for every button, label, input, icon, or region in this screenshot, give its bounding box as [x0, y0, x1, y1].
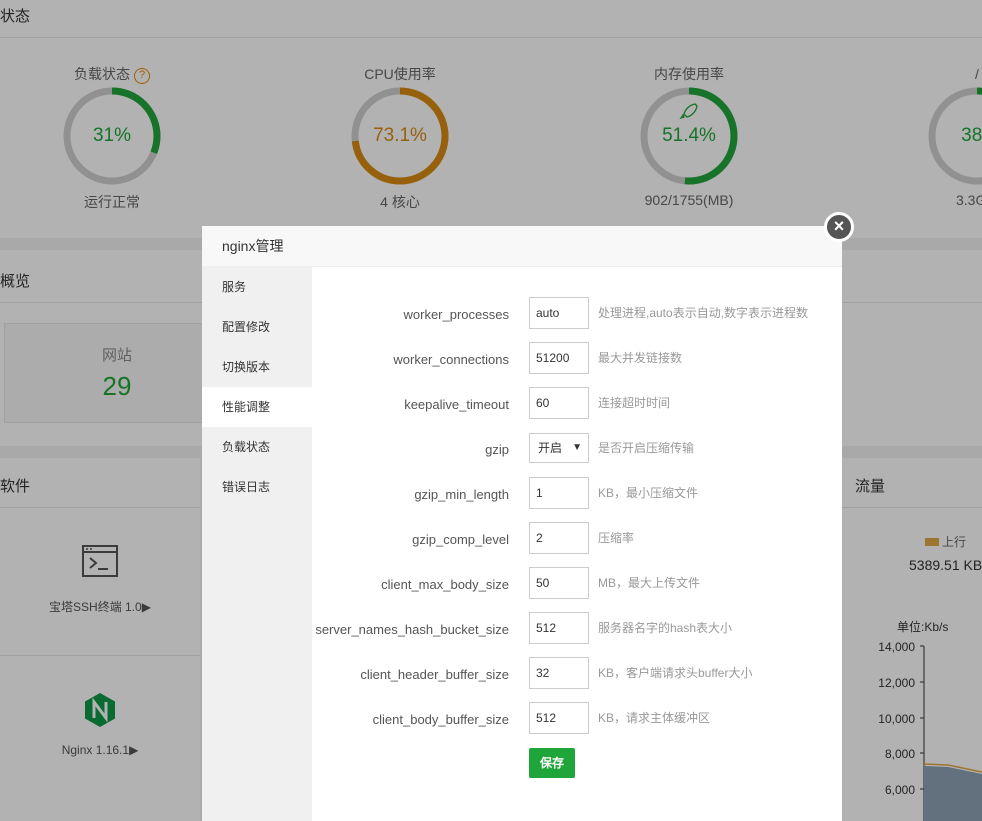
nav-item-version[interactable]: 切换版本 — [202, 347, 312, 387]
field-hint: 连接超时时间 — [598, 396, 671, 410]
field-label: server_names_hash_bucket_size — [315, 622, 509, 637]
form-row-gzip: gzip 开启 ▼ 是否开启压缩传输 — [312, 432, 842, 468]
field-hint: 最大并发链接数 — [598, 351, 683, 365]
field-label: gzip — [485, 442, 509, 457]
gzip-select[interactable]: 开启 ▼ — [529, 433, 589, 463]
field-hint: 是否开启压缩传输 — [598, 441, 695, 455]
field-label: keepalive_timeout — [404, 397, 509, 412]
field-hint: 压缩率 — [598, 531, 635, 545]
field-label: gzip_comp_level — [412, 532, 509, 547]
client-max-body-size-input[interactable] — [529, 567, 589, 599]
field-hint: KB，最小压缩文件 — [598, 486, 699, 500]
caret-down-icon: ▼ — [572, 442, 582, 453]
nav-item-performance[interactable]: 性能调整 — [202, 387, 312, 427]
field-label: worker_processes — [403, 307, 510, 322]
keepalive-timeout-input[interactable] — [529, 387, 589, 419]
field-label: client_header_buffer_size — [360, 667, 509, 682]
modal-title: nginx管理 — [202, 226, 842, 267]
nav-item-load-status[interactable]: 负载状态 — [202, 427, 312, 467]
worker-connections-input[interactable] — [529, 342, 589, 374]
form-row-gzip-min-length: gzip_min_length KB，最小压缩文件 — [312, 477, 842, 513]
form-row-client-body-buffer-size: client_body_buffer_size KB，请求主体缓冲区 — [312, 702, 842, 738]
client-header-buffer-size-input[interactable] — [529, 657, 589, 689]
nav-item-service[interactable]: 服务 — [202, 267, 312, 307]
gzip-min-length-input[interactable] — [529, 477, 589, 509]
server-names-hash-bucket-size-input[interactable] — [529, 612, 589, 644]
field-hint: KB，客户端请求头buffer大小 — [598, 666, 753, 680]
form-row-client-max-body-size: client_max_body_size MB，最大上传文件 — [312, 567, 842, 603]
field-label: gzip_min_length — [414, 487, 509, 502]
form-row-worker-processes: worker_processes 处理进程,auto表示自动,数字表示进程数 — [312, 297, 842, 333]
field-label: worker_connections — [393, 352, 509, 367]
field-label: client_body_buffer_size — [372, 712, 509, 727]
field-label: client_max_body_size — [381, 577, 509, 592]
field-hint: KB，请求主体缓冲区 — [598, 711, 711, 725]
field-hint: 服务器名字的hash表大小 — [598, 621, 733, 635]
form-row-keepalive-timeout: keepalive_timeout 连接超时时间 — [312, 387, 842, 423]
nav-item-error-log[interactable]: 错误日志 — [202, 467, 312, 507]
field-hint: MB，最大上传文件 — [598, 576, 701, 590]
form-row-gzip-comp-level: gzip_comp_level 压缩率 — [312, 522, 842, 558]
save-button[interactable]: 保存 — [529, 748, 575, 778]
field-hint: 处理进程,auto表示自动,数字表示进程数 — [598, 306, 809, 320]
gzip-comp-level-input[interactable] — [529, 522, 589, 554]
modal-sidebar: 服务 配置修改 切换版本 性能调整 负载状态 错误日志 — [202, 267, 312, 821]
form-row-client-header-buffer-size: client_header_buffer_size KB，客户端请求头buffe… — [312, 657, 842, 693]
nginx-modal: nginx管理 服务 配置修改 切换版本 性能调整 负载状态 错误日志 work… — [202, 226, 842, 821]
close-icon[interactable]: × — [824, 212, 854, 242]
nav-item-config[interactable]: 配置修改 — [202, 307, 312, 347]
form-row-server-names-hash-bucket-size: server_names_hash_bucket_size 服务器名字的hash… — [312, 612, 842, 648]
gzip-select-value: 开启 — [538, 441, 563, 455]
form-row-worker-connections: worker_connections 最大并发链接数 — [312, 342, 842, 378]
client-body-buffer-size-input[interactable] — [529, 702, 589, 734]
worker-processes-input[interactable] — [529, 297, 589, 329]
